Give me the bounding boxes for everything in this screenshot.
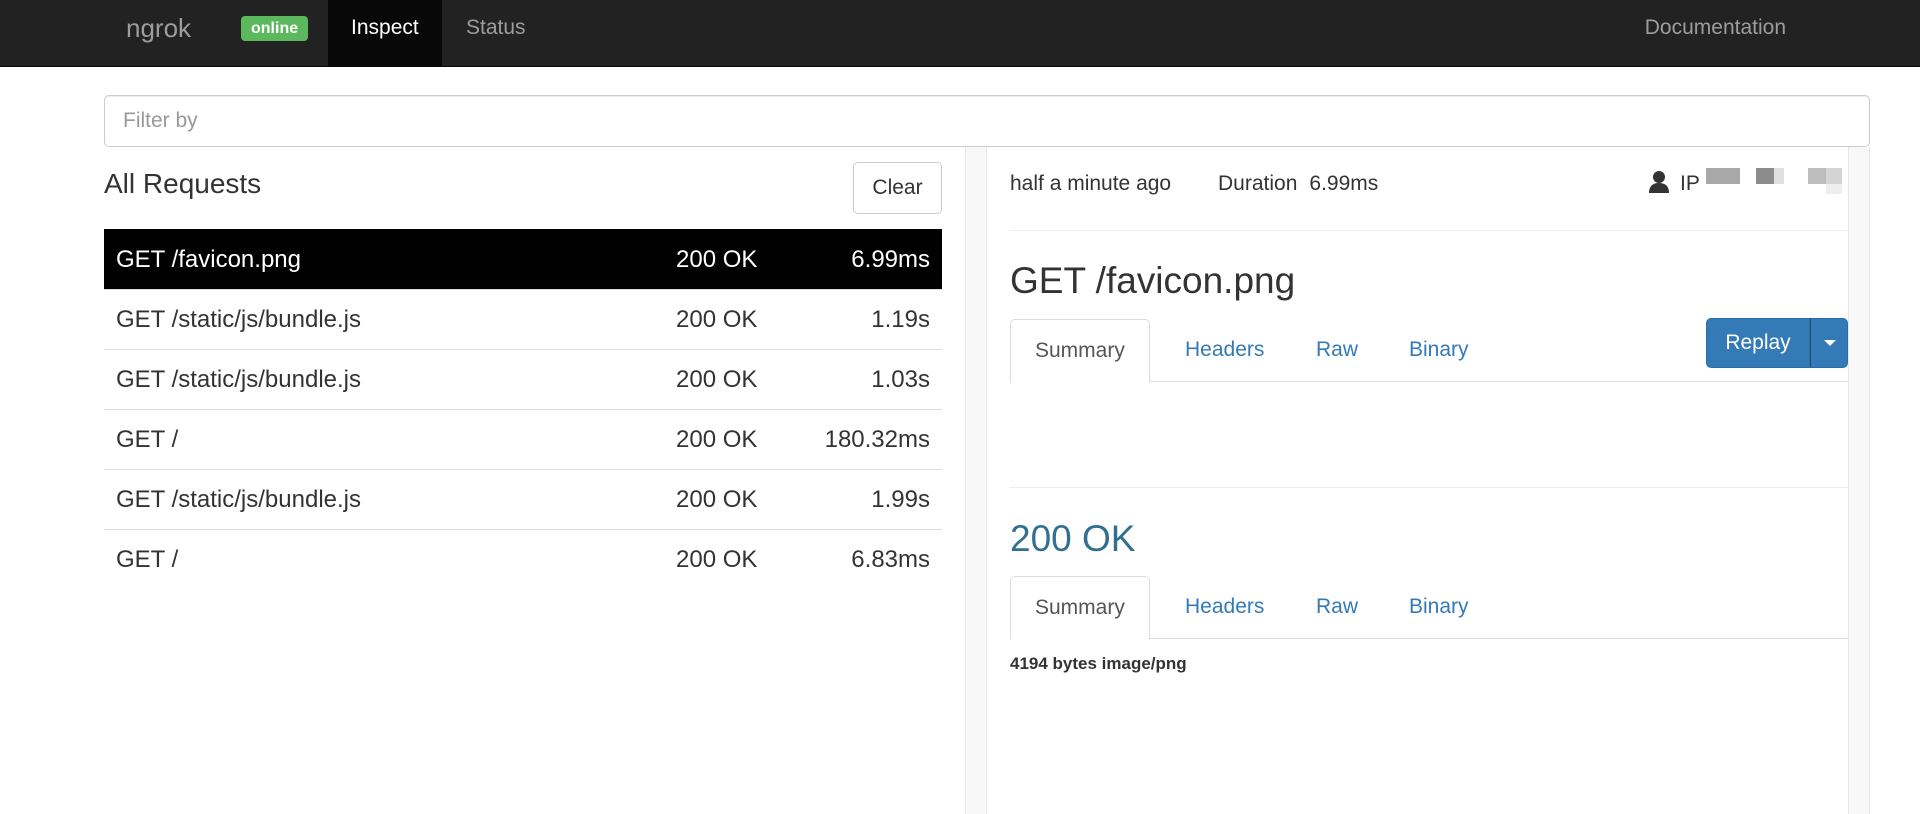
request-path: GET /static/js/bundle.js [116,486,361,513]
request-path: GET / [116,546,179,573]
ip-redacted [1808,168,1826,184]
table-row[interactable]: GET / 200 OK 6.83ms [104,529,942,589]
request-duration-meta: Duration 6.99ms [1218,171,1378,197]
request-path: GET /favicon.png [116,246,301,273]
duration-value: 6.99ms [1309,172,1379,195]
ip-redacted [1826,168,1842,184]
tab-request-binary[interactable]: Binary [1385,319,1493,382]
requests-table: GET /favicon.png 200 OK 6.99ms GET /stat… [104,229,942,589]
detail-content [986,147,1849,814]
duration-label: Duration [1218,172,1298,195]
status-badge: online [241,16,309,41]
ip-redacted [1706,168,1740,184]
requests-title: All Requests [104,168,262,199]
tab-response-raw[interactable]: Raw [1292,576,1382,639]
table-row[interactable]: GET /static/js/bundle.js 200 OK 1.19s [104,289,942,349]
request-status: 200 OK [676,486,758,513]
nav-link-documentation[interactable]: Documentation [1645,0,1786,66]
response-tabs: Summary Headers Raw Binary [1010,576,1848,640]
tab-response-binary[interactable]: Binary [1385,576,1493,639]
divider [1010,487,1848,488]
replay-button-group: Replay [1706,318,1848,368]
tab-request-raw[interactable]: Raw [1292,319,1382,382]
tab-response-headers[interactable]: Headers [1161,576,1288,639]
request-status: 200 OK [676,426,758,453]
detail-panel [965,147,1870,814]
ip-redacted [1826,184,1842,194]
filter-input[interactable] [104,95,1870,147]
request-title: GET /favicon.png [1010,260,1296,301]
ip-redacted [1774,168,1784,184]
nav-tab-status[interactable]: Status [443,0,549,66]
ip-label: IP [1680,172,1700,195]
navbar: ngrok online Inspect Status Documentatio… [0,0,1920,67]
table-row[interactable]: GET /static/js/bundle.js 200 OK 1.03s [104,349,942,409]
divider [1010,230,1848,231]
request-status: 200 OK [676,366,758,393]
request-path: GET / [116,426,179,453]
request-path: GET /static/js/bundle.js [116,306,361,333]
chevron-down-icon[interactable] [1810,318,1848,368]
request-duration: 1.03s [871,366,930,393]
table-row[interactable]: GET /static/js/bundle.js 200 OK 1.99s [104,469,942,529]
request-duration: 1.99s [871,486,930,513]
tab-request-summary[interactable]: Summary [1010,319,1150,383]
request-path: GET /static/js/bundle.js [116,366,361,393]
table-row[interactable]: GET /favicon.png 200 OK 6.99ms [104,229,942,289]
user-icon [1649,171,1669,193]
request-time-ago: half a minute ago [1010,172,1172,195]
request-status: 200 OK [676,306,758,333]
table-row[interactable]: GET / 200 OK 180.32ms [104,409,942,469]
request-duration: 1.19s [871,306,930,333]
request-status: 200 OK [676,246,758,273]
brand-logo[interactable]: ngrok [126,13,191,43]
response-summary: 4194 bytes image/png [1010,654,1187,673]
replay-button[interactable]: Replay [1706,318,1810,368]
request-duration: 6.99ms [851,246,930,273]
clear-button[interactable]: Clear [853,162,942,214]
tab-response-summary[interactable]: Summary [1010,576,1150,640]
response-status: 200 OK [1010,518,1136,559]
request-duration: 6.83ms [851,546,930,573]
request-duration: 180.32ms [824,426,930,453]
nav-tab-inspect[interactable]: Inspect [328,0,442,66]
request-status: 200 OK [676,546,758,573]
tab-request-headers[interactable]: Headers [1161,319,1288,382]
ip-redacted [1756,168,1774,184]
